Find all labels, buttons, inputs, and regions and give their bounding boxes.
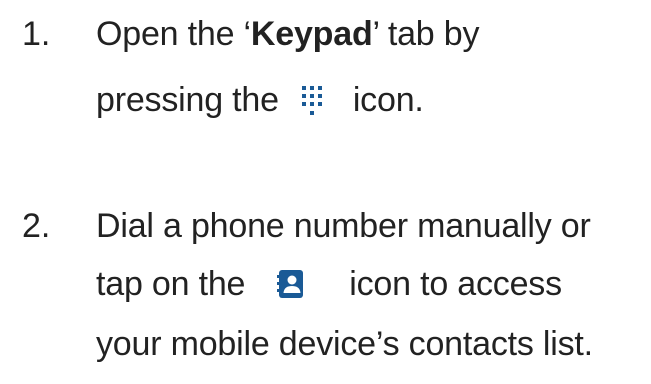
step-2-line-3: your mobile device’s contacts list. xyxy=(96,325,593,363)
step-1-line-2: pressing the icon. xyxy=(96,80,424,120)
step-2-line-1: Dial a phone number manually or xyxy=(96,207,591,245)
step-2-line-2-after: icon to access xyxy=(349,265,562,303)
step-1-line-1: Open the ‘Keypad’ tab by xyxy=(96,14,479,54)
keypad-icon xyxy=(301,86,322,115)
step-1-text-before: Open the ‘ xyxy=(96,15,251,53)
step-1-line-2-after: icon. xyxy=(352,81,424,119)
keypad-tab-name: Keypad xyxy=(250,15,373,53)
step-1-number: 1. xyxy=(22,15,51,53)
step-2-number: 2. xyxy=(22,207,51,245)
instruction-steps: 1. Open the ‘Keypad’ tab by pressing the… xyxy=(0,0,651,384)
step-1-line-2-before: pressing the xyxy=(96,81,279,119)
step-2-line-2-before: tap on the xyxy=(96,265,246,303)
contacts-icon xyxy=(277,270,304,298)
step-2-line-2: tap on the icon to access xyxy=(96,264,562,304)
step-1-text-after: ’ tab by xyxy=(372,15,480,53)
